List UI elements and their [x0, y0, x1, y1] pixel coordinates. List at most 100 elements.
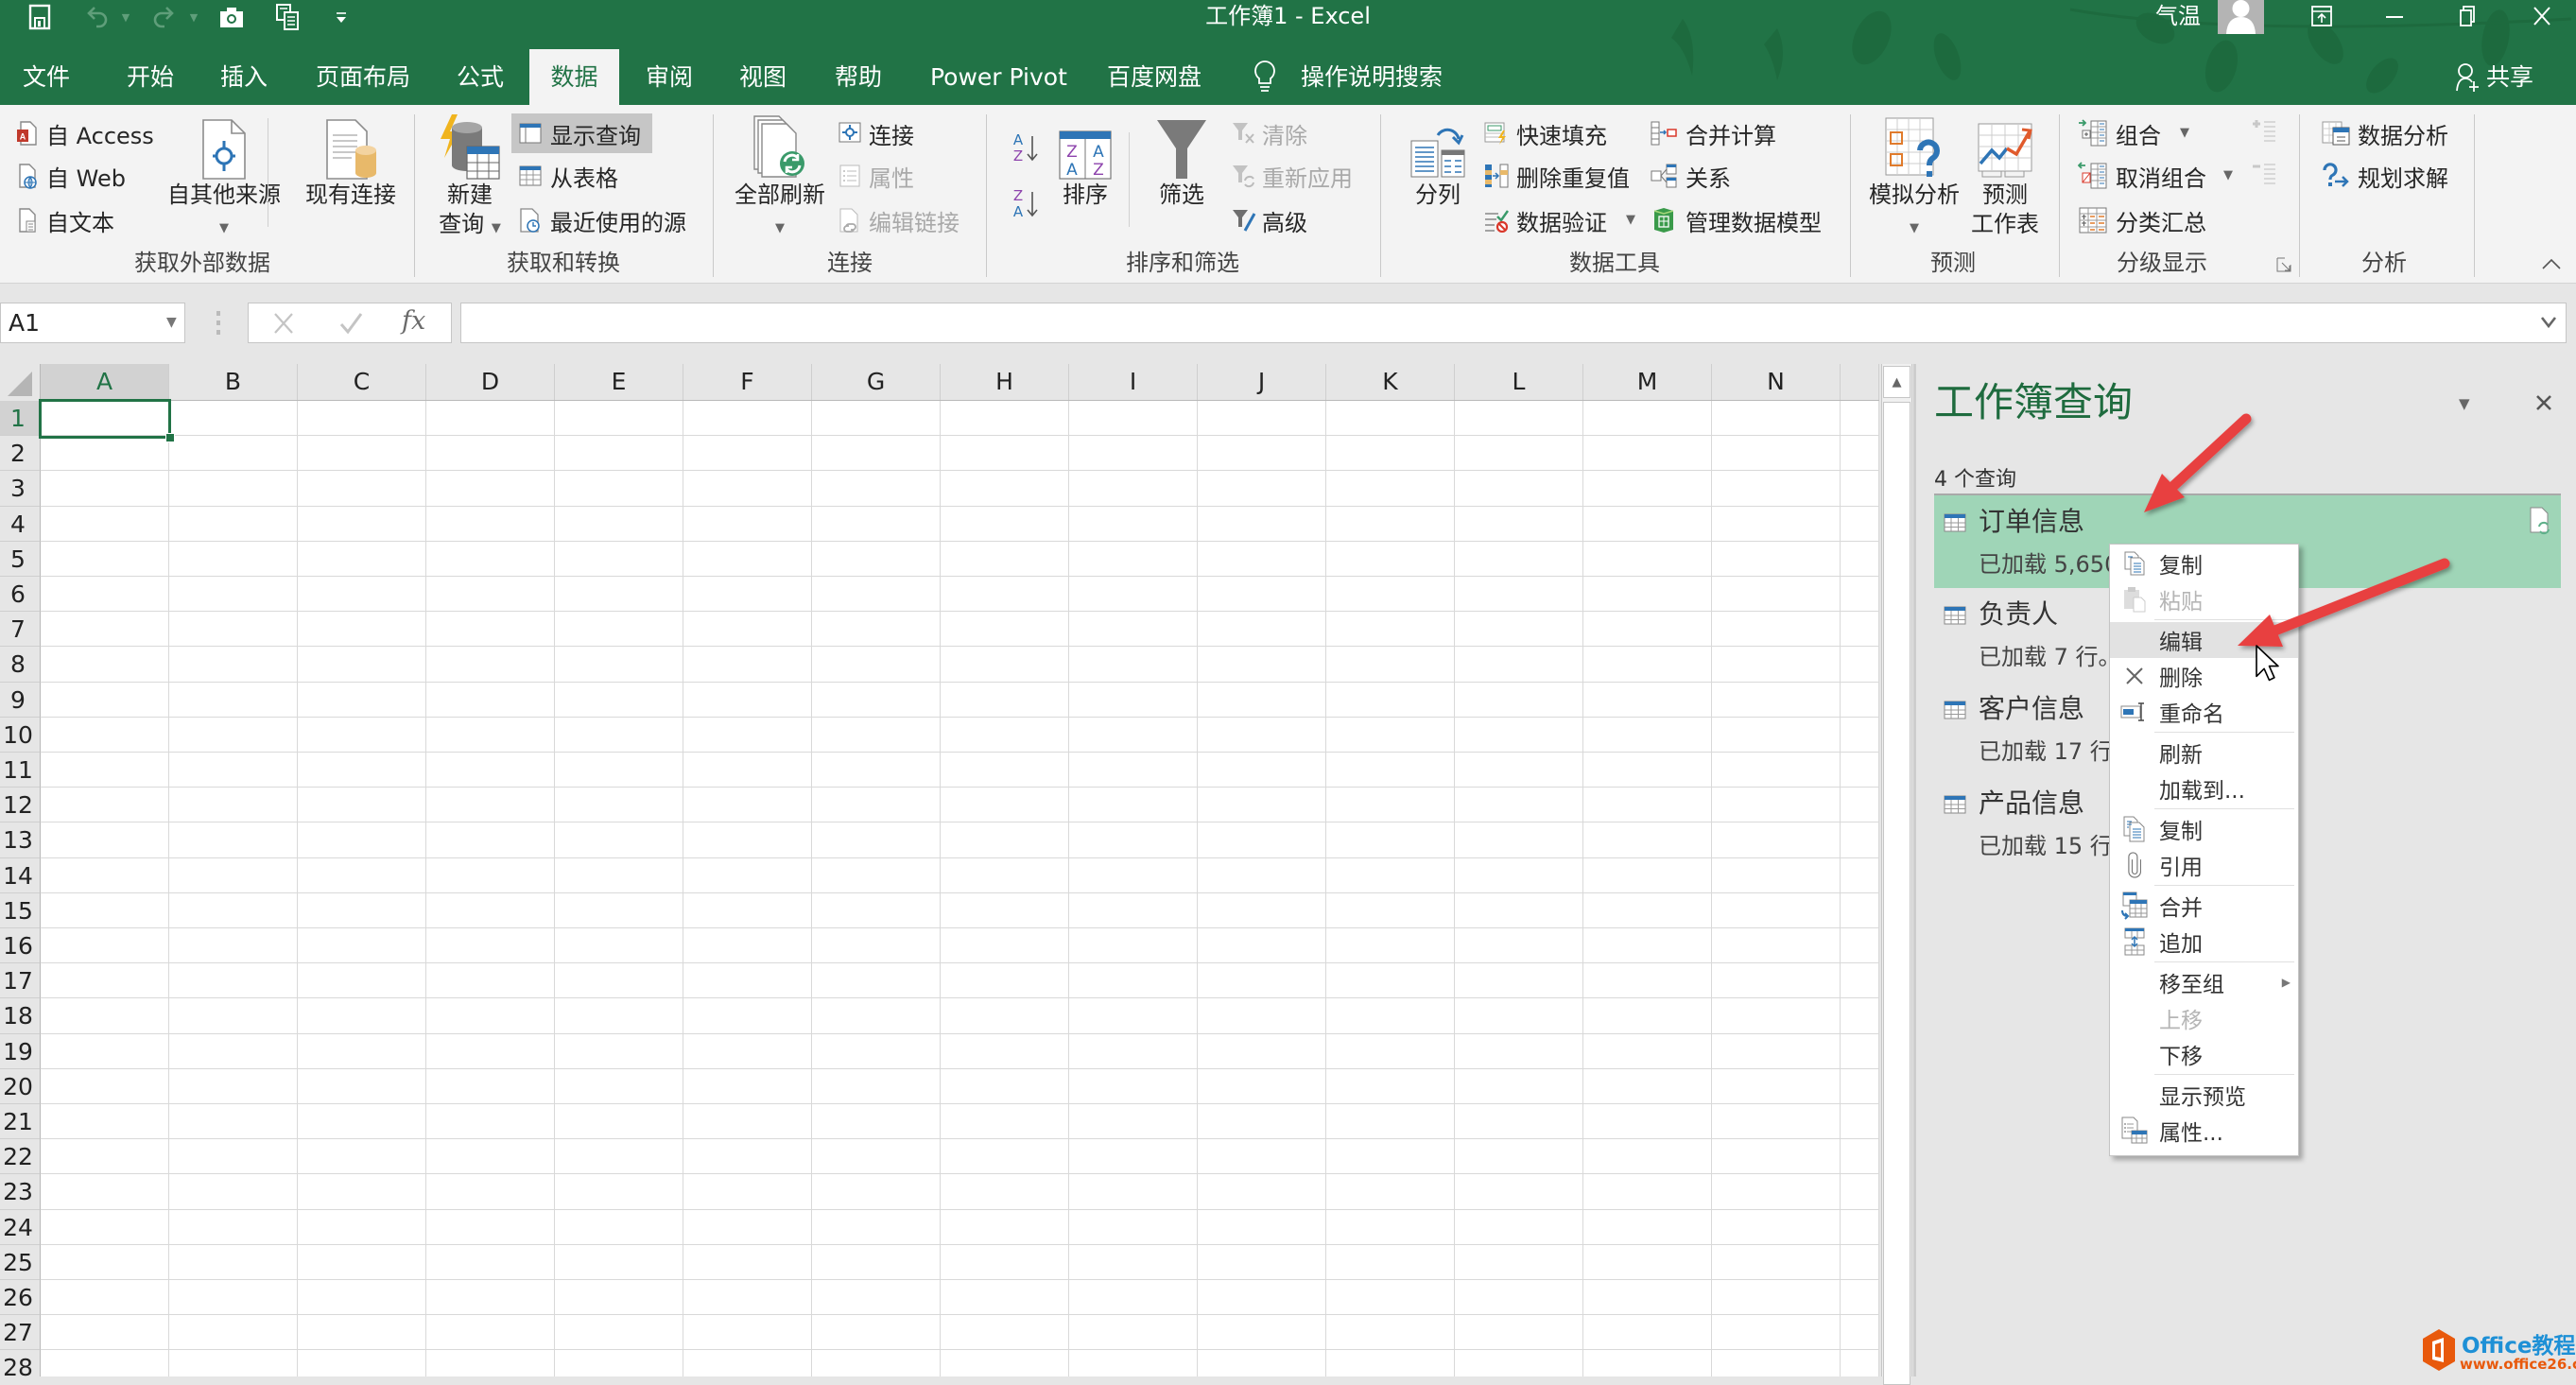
cell-N23[interactable]: [1712, 1174, 1841, 1210]
cell-H19[interactable]: [941, 1033, 1069, 1069]
cell-G25[interactable]: [812, 1244, 941, 1280]
cell-N3[interactable]: [1712, 471, 1841, 507]
cell-M28[interactable]: [1583, 1350, 1712, 1376]
cell-partial[interactable]: [1841, 857, 1879, 893]
cell-D11[interactable]: [426, 753, 555, 788]
cell-H9[interactable]: [941, 682, 1069, 718]
row-header-14[interactable]: 14: [0, 857, 41, 893]
cell-M6[interactable]: [1583, 577, 1712, 613]
cell-C1[interactable]: [298, 401, 426, 437]
cell-D13[interactable]: [426, 822, 555, 858]
cell-F23[interactable]: [683, 1174, 812, 1210]
cell-G28[interactable]: [812, 1350, 941, 1376]
cell-D15[interactable]: [426, 892, 555, 928]
hide-detail-icon[interactable]: [2251, 161, 2277, 193]
cell-M14[interactable]: [1583, 857, 1712, 893]
cell-partial[interactable]: [1841, 471, 1879, 507]
cell-I13[interactable]: [1069, 822, 1198, 858]
cell-I12[interactable]: [1069, 788, 1198, 823]
row-header-23[interactable]: 23: [0, 1174, 41, 1210]
cell-I5[interactable]: [1069, 541, 1198, 577]
cell-H13[interactable]: [941, 822, 1069, 858]
cell-I17[interactable]: [1069, 963, 1198, 999]
cell-D2[interactable]: [426, 436, 555, 472]
cell-B20[interactable]: [169, 1068, 298, 1104]
cell-L12[interactable]: [1455, 788, 1583, 823]
cell-E19[interactable]: [555, 1033, 683, 1069]
cell-E7[interactable]: [555, 612, 683, 648]
column-header-n[interactable]: N: [1712, 364, 1841, 400]
cell-I2[interactable]: [1069, 436, 1198, 472]
cell-L8[interactable]: [1455, 647, 1583, 683]
cell-D27[interactable]: [426, 1315, 555, 1351]
cell-partial[interactable]: [1841, 1104, 1879, 1140]
cell-H22[interactable]: [941, 1139, 1069, 1175]
cell-D24[interactable]: [426, 1209, 555, 1245]
cell-G27[interactable]: [812, 1315, 941, 1351]
cell-E10[interactable]: [555, 717, 683, 753]
cell-I4[interactable]: [1069, 506, 1198, 542]
cell-partial[interactable]: [1841, 1280, 1879, 1316]
cell-C27[interactable]: [298, 1315, 426, 1351]
cell-N27[interactable]: [1712, 1315, 1841, 1351]
cell-partial[interactable]: [1841, 1350, 1879, 1376]
cell-G20[interactable]: [812, 1068, 941, 1104]
cell-A18[interactable]: [41, 998, 169, 1034]
cell-J8[interactable]: [1198, 647, 1326, 683]
cell-partial[interactable]: [1841, 1033, 1879, 1069]
cell-A20[interactable]: [41, 1068, 169, 1104]
cell-E21[interactable]: [555, 1104, 683, 1140]
from-table-button[interactable]: 从表格: [519, 159, 618, 193]
cell-partial[interactable]: [1841, 1244, 1879, 1280]
cell-M3[interactable]: [1583, 471, 1712, 507]
cell-B13[interactable]: [169, 822, 298, 858]
forecast-sheet-button[interactable]: 预测 工作表: [1962, 113, 2048, 239]
cell-E3[interactable]: [555, 471, 683, 507]
cell-A13[interactable]: [41, 822, 169, 858]
cell-E23[interactable]: [555, 1174, 683, 1210]
cell-L22[interactable]: [1455, 1139, 1583, 1175]
cell-M24[interactable]: [1583, 1209, 1712, 1245]
cell-F24[interactable]: [683, 1209, 812, 1245]
cell-M25[interactable]: [1583, 1244, 1712, 1280]
tab-help[interactable]: 帮助: [835, 49, 882, 105]
vertical-scrollbar[interactable]: ▲: [1881, 364, 1912, 1385]
cell-I9[interactable]: [1069, 682, 1198, 718]
pane-options-dropdown-icon[interactable]: ▼: [2459, 395, 2470, 412]
cell-K19[interactable]: [1326, 1033, 1455, 1069]
cell-J16[interactable]: [1198, 928, 1326, 964]
text-to-columns-button[interactable]: 分列: [1405, 113, 1471, 210]
cell-H4[interactable]: [941, 506, 1069, 542]
cell-N20[interactable]: [1712, 1068, 1841, 1104]
cell-L27[interactable]: [1455, 1315, 1583, 1351]
cell-A2[interactable]: [41, 436, 169, 472]
cell-N9[interactable]: [1712, 682, 1841, 718]
cell-G13[interactable]: [812, 822, 941, 858]
cell-H6[interactable]: [941, 577, 1069, 613]
cell-K9[interactable]: [1326, 682, 1455, 718]
cell-J10[interactable]: [1198, 717, 1326, 753]
cell-L5[interactable]: [1455, 541, 1583, 577]
cell-B9[interactable]: [169, 682, 298, 718]
ribbon-display-options-icon[interactable]: [2306, 2, 2338, 30]
cell-N8[interactable]: [1712, 647, 1841, 683]
cell-partial[interactable]: [1841, 928, 1879, 964]
cell-F13[interactable]: [683, 822, 812, 858]
cell-K25[interactable]: [1326, 1244, 1455, 1280]
tab-review[interactable]: 审阅: [646, 49, 693, 105]
cell-A10[interactable]: [41, 717, 169, 753]
group-button[interactable]: 组合: [2078, 116, 2161, 150]
data-analysis-button[interactable]: 数据分析: [2322, 116, 2448, 150]
cell-partial[interactable]: [1841, 401, 1879, 437]
cell-D10[interactable]: [426, 717, 555, 753]
cell-M9[interactable]: [1583, 682, 1712, 718]
row-header-3[interactable]: 3: [0, 471, 41, 507]
cell-H1[interactable]: [941, 401, 1069, 437]
cell-J17[interactable]: [1198, 963, 1326, 999]
cell-F1[interactable]: [683, 401, 812, 437]
cell-G23[interactable]: [812, 1174, 941, 1210]
cell-A12[interactable]: [41, 788, 169, 823]
cell-B14[interactable]: [169, 857, 298, 893]
cell-B24[interactable]: [169, 1209, 298, 1245]
formula-bar-grip-icon[interactable]: [214, 309, 223, 341]
